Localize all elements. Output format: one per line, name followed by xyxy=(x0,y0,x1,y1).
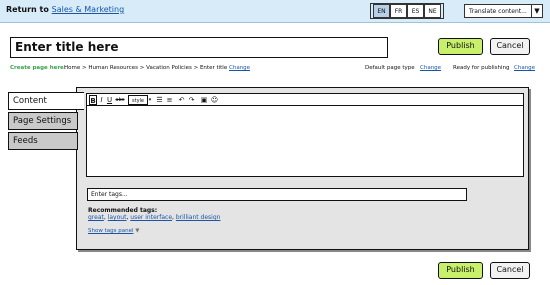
bold-button[interactable]: B xyxy=(89,95,97,105)
undo-icon[interactable]: ↶ xyxy=(177,95,186,105)
tag-link[interactable]: brilliant design xyxy=(176,214,221,221)
lang-button-ne[interactable]: NE xyxy=(424,4,441,18)
lang-button-en[interactable]: EN xyxy=(373,4,390,18)
smiley-icon[interactable]: ☺ xyxy=(210,95,219,105)
tag-link[interactable]: great xyxy=(88,214,104,221)
publishing-change-link[interactable]: Change xyxy=(514,65,535,71)
cancel-button-bottom[interactable]: Cancel xyxy=(490,262,530,279)
redo-icon[interactable]: ↷ xyxy=(187,95,196,105)
image-icon[interactable]: ▣ xyxy=(199,95,209,105)
underline-button[interactable]: U xyxy=(106,95,113,105)
tab-content[interactable]: Content xyxy=(8,92,84,110)
lang-button-fr[interactable]: FR xyxy=(390,4,407,18)
style-select[interactable]: style xyxy=(128,95,148,105)
tab-feeds[interactable]: Feeds xyxy=(8,132,78,150)
breadcrumb: Home > Human Resources > Vacation Polici… xyxy=(64,65,228,71)
tab-page-settings[interactable]: Page Settings xyxy=(8,112,78,130)
breadcrumb-change-link[interactable]: Change xyxy=(229,65,250,71)
style-dropdown-icon[interactable]: ▾ xyxy=(147,95,153,105)
recommended-tags-label: Recommended tags: xyxy=(88,207,158,214)
publish-button-top[interactable]: Publish xyxy=(438,38,483,55)
strikethrough-button[interactable]: abc xyxy=(114,95,126,105)
return-text: Return to Sales & Marketing xyxy=(6,5,124,14)
recommended-tags-list: great, layout, user interface, brilliant… xyxy=(88,214,221,221)
tag-link[interactable]: layout xyxy=(108,214,127,221)
publish-button-bottom[interactable]: Publish xyxy=(438,262,483,279)
title-input[interactable]: Enter title here xyxy=(10,37,388,58)
return-prefix: Return to xyxy=(6,5,49,14)
default-page-type-label: Default page type xyxy=(365,65,415,71)
numbered-list-icon[interactable]: ≡ xyxy=(165,95,174,105)
tag-link[interactable]: user interface xyxy=(130,214,172,221)
tags-input[interactable]: Enter tags... xyxy=(87,188,467,201)
page-type-change-link[interactable]: Change xyxy=(420,65,441,71)
return-link[interactable]: Sales & Marketing xyxy=(52,5,125,14)
show-tags-panel[interactable]: Show tags panel ▼ xyxy=(88,228,139,234)
chevron-down-icon[interactable]: ▼ xyxy=(531,4,543,18)
show-tags-panel-link[interactable]: Show tags panel xyxy=(88,228,133,234)
cancel-button-top[interactable]: Cancel xyxy=(490,38,530,55)
ready-for-publishing-label: Ready for publishing xyxy=(453,65,510,71)
create-page-label: Create page here: xyxy=(10,65,66,71)
lang-button-es[interactable]: ES xyxy=(407,4,424,18)
triangle-down-icon: ▼ xyxy=(135,228,140,234)
italic-button[interactable]: I xyxy=(98,95,105,105)
bullet-list-icon[interactable]: ☰ xyxy=(155,95,164,105)
translate-select[interactable]: Translate content... xyxy=(464,4,532,18)
